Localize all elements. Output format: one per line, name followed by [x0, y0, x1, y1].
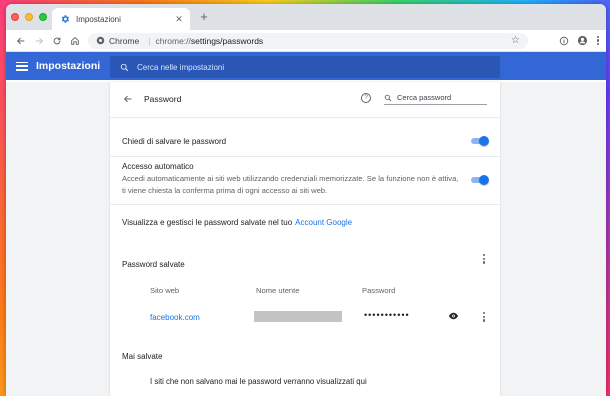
- minimize-window-button[interactable]: [25, 13, 33, 21]
- auto-signin-row: Accesso automatico Accedi automaticament…: [122, 162, 488, 196]
- omnibox-site-label: Chrome: [109, 35, 140, 46]
- divider: [110, 204, 500, 205]
- omnibox-url: chrome://settings/passwords: [155, 36, 263, 46]
- home-icon: [71, 36, 79, 45]
- eye-icon[interactable]: [448, 312, 459, 320]
- new-tab-button[interactable]: +: [197, 9, 211, 24]
- auto-signin-description-1: Accedi automaticamente ai siti web utili…: [122, 174, 459, 183]
- url-prefix: chrome://: [155, 35, 191, 46]
- home-button[interactable]: [66, 32, 84, 50]
- settings-content: Password ? Cerca password Chiedi di salv…: [6, 82, 606, 396]
- saved-passwords-title: Password salvate: [122, 259, 185, 269]
- arrow-left-icon: [16, 37, 25, 44]
- settings-search-input[interactable]: Cerca nelle impostazioni: [110, 56, 500, 78]
- passwords-card: Password ? Cerca password Chiedi di salv…: [110, 82, 500, 396]
- password-search-placeholder: Cerca password: [397, 93, 452, 102]
- tab-title: Impostazioni: [76, 14, 121, 24]
- chrome-menu-icon[interactable]: [596, 35, 600, 46]
- close-window-button[interactable]: [11, 13, 19, 21]
- saved-site-link[interactable]: facebook.com: [150, 313, 200, 322]
- maximize-window-button[interactable]: [39, 13, 47, 21]
- row-menu-icon[interactable]: [482, 312, 486, 322]
- search-icon: [384, 94, 392, 101]
- help-icon[interactable]: ?: [361, 93, 371, 103]
- forward-button[interactable]: [30, 32, 48, 50]
- settings-search-placeholder: Cerca nelle impostazioni: [137, 62, 225, 72]
- window-controls: [11, 13, 47, 21]
- never-saved-header: Mai salvate: [122, 350, 488, 362]
- saved-passwords-menu-icon[interactable]: [482, 254, 486, 264]
- back-button[interactable]: [12, 32, 30, 50]
- close-tab-icon[interactable]: ✕: [174, 14, 184, 25]
- settings-title: Impostazioni: [36, 60, 101, 72]
- column-username: Nome utente: [256, 286, 300, 295]
- auto-signin-description-2: ti viene chiesta la conferma prima di og…: [122, 185, 328, 195]
- browser-toolbar: Chrome | chrome://settings/passwords ☆: [6, 30, 606, 52]
- offer-to-save-row: Chiedi di salvare le password: [122, 134, 488, 148]
- never-saved-empty-text: I siti che non salvano mai le password v…: [150, 377, 367, 386]
- reload-button[interactable]: [48, 32, 66, 50]
- google-account-link[interactable]: Account Google: [295, 218, 352, 227]
- info-icon[interactable]: [559, 36, 569, 46]
- auto-signin-toggle[interactable]: [471, 175, 489, 185]
- auto-signin-label: Accesso automatico: [122, 162, 194, 171]
- never-saved-title: Mai salvate: [122, 351, 163, 361]
- page-title: Password: [144, 94, 182, 104]
- tab-strip: Impostazioni ✕ +: [6, 4, 606, 30]
- tab-settings[interactable]: Impostazioni ✕: [52, 8, 190, 30]
- saved-passwords-header: Password salvate: [122, 258, 488, 270]
- gear-icon: [61, 15, 69, 23]
- divider: [110, 117, 500, 118]
- offer-to-save-toggle[interactable]: [471, 136, 489, 146]
- chrome-icon: [96, 36, 105, 45]
- browser-window: Impostazioni ✕ + Chrome | chrome://setti…: [6, 4, 606, 396]
- url-path: settings/passwords: [190, 35, 264, 46]
- username-redacted: [254, 311, 342, 322]
- back-arrow-icon[interactable]: [122, 94, 134, 104]
- manage-passwords-row: Visualizza e gestisci le password salvat…: [122, 216, 488, 228]
- reload-icon: [53, 37, 61, 44]
- search-icon: [120, 63, 129, 71]
- address-bar[interactable]: Chrome | chrome://settings/passwords ☆: [88, 32, 528, 49]
- hamburger-menu-icon[interactable]: [16, 61, 28, 71]
- offer-to-save-label: Chiedi di salvare le password: [122, 136, 227, 146]
- omnibox-separator: |: [148, 35, 151, 46]
- column-site: Sito web: [150, 286, 180, 295]
- bookmark-star-icon[interactable]: ☆: [511, 35, 520, 46]
- profile-icon[interactable]: [577, 35, 588, 46]
- manage-passwords-text: Visualizza e gestisci le password salvat…: [122, 217, 293, 227]
- divider: [110, 156, 500, 157]
- column-password: Password: [362, 286, 396, 295]
- password-mask: •••••••••••: [364, 310, 410, 320]
- toolbar-right: [559, 35, 600, 46]
- arrow-right-icon: [35, 37, 44, 44]
- password-search-input[interactable]: Cerca password: [384, 91, 487, 105]
